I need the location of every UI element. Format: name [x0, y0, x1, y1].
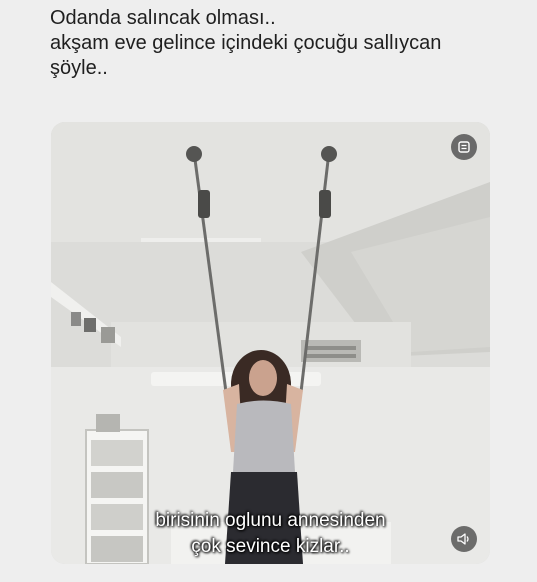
post-text-line-2: akşam eve gelince içindeki çocuğu sallıy…	[50, 32, 442, 54]
video-caption: birisinin oglunu annesinden çok sevince …	[51, 508, 490, 560]
video-player[interactable]: birisinin oglunu annesinden çok sevince …	[51, 122, 490, 564]
post-text: Odanda salıncak olması.. akşam eve gelin…	[50, 6, 520, 81]
post-text-line-3: şöyle..	[50, 57, 108, 79]
volume-icon	[457, 533, 469, 545]
caption-line-2: çok sevince kizlar..	[191, 536, 350, 557]
post-text-line-1: Odanda salıncak olması..	[50, 7, 276, 29]
video-settings-icon	[458, 141, 470, 153]
mute-toggle-button[interactable]	[451, 526, 477, 552]
video-settings-button[interactable]	[451, 134, 477, 160]
caption-line-1: birisinin oglunu annesinden	[155, 510, 386, 531]
video-frame	[51, 122, 490, 564]
